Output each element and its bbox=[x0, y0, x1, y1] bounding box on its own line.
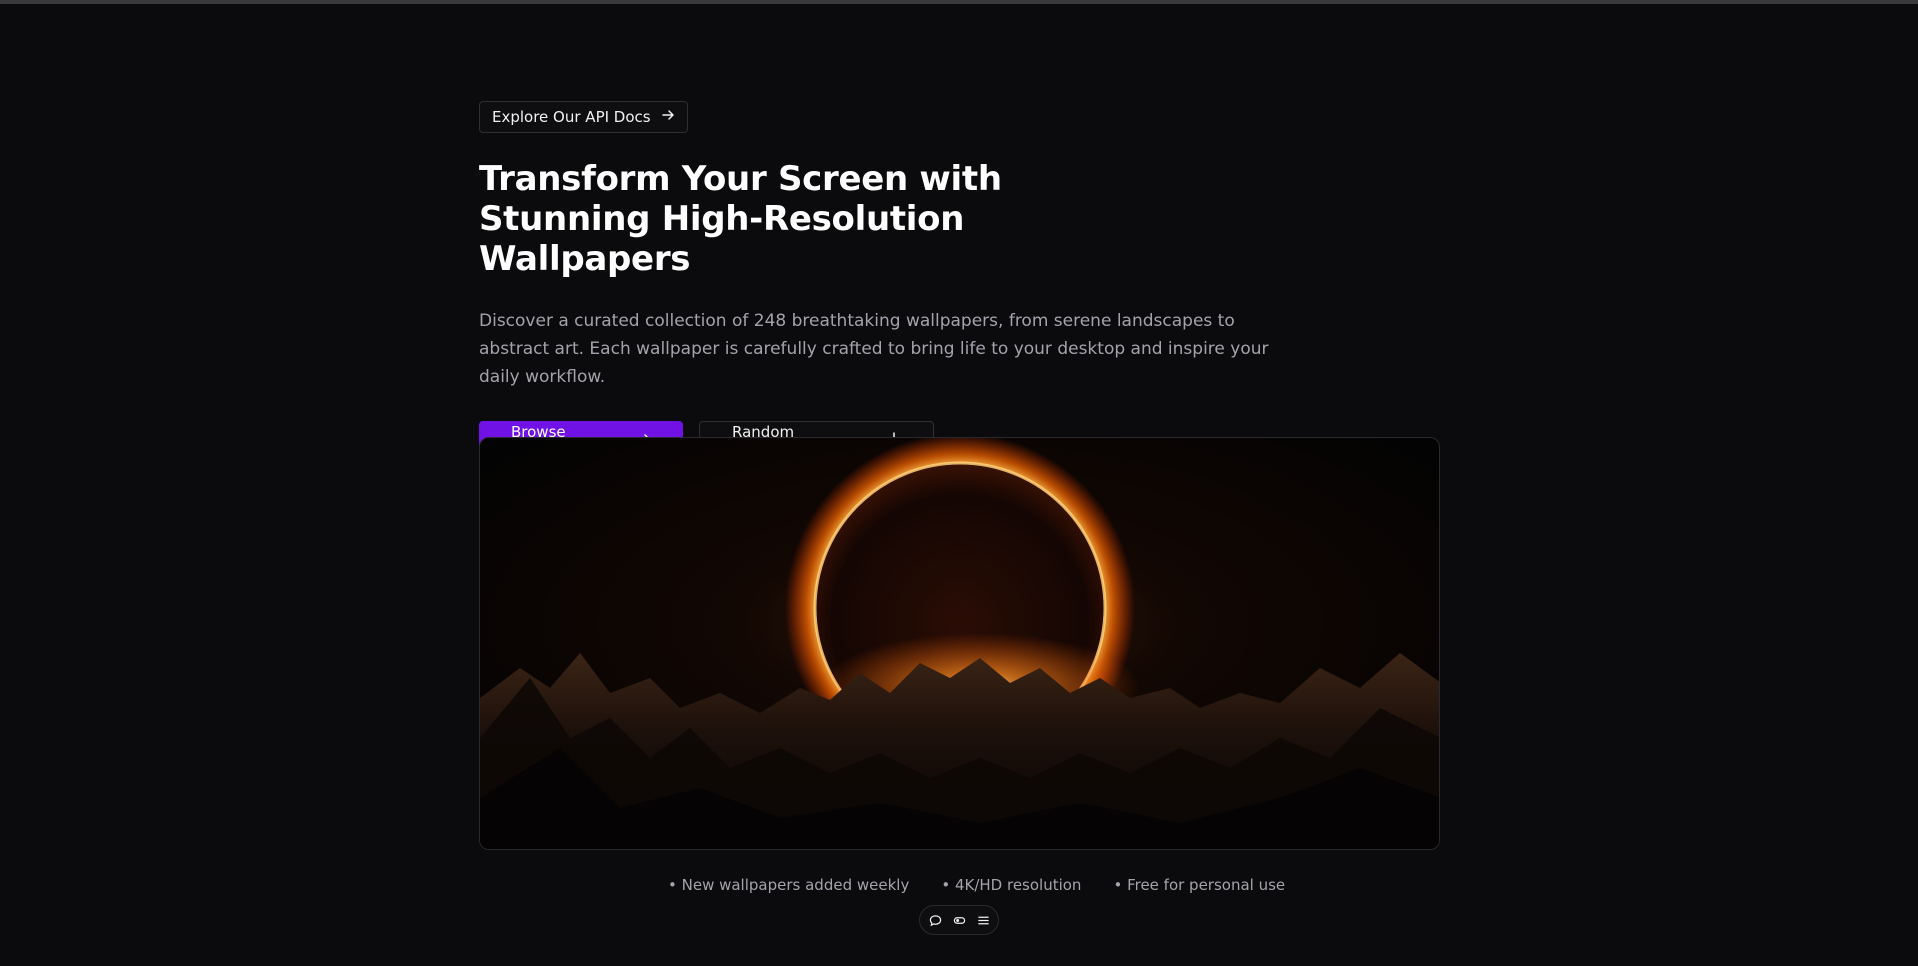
feature-item: • Free for personal use bbox=[1113, 876, 1286, 894]
page-title: Transform Your Screen with Stunning High… bbox=[479, 159, 1002, 279]
hero-wallpaper-image bbox=[479, 437, 1440, 850]
feature-item: • New wallpapers added weekly bbox=[668, 876, 910, 894]
menu-icon[interactable] bbox=[976, 913, 990, 927]
hero-description: Discover a curated collection of 248 bre… bbox=[479, 311, 1269, 387]
chat-bubble-icon[interactable] bbox=[928, 913, 942, 927]
feature-item: • 4K/HD resolution bbox=[941, 876, 1082, 894]
toggle-icon[interactable] bbox=[952, 913, 966, 927]
feature-list: • New wallpapers added weekly • 4K/HD re… bbox=[668, 876, 1285, 894]
arrow-right-icon bbox=[661, 108, 675, 126]
hero-section: Explore Our API Docs Transform Your Scre… bbox=[479, 101, 1439, 461]
api-docs-link[interactable]: Explore Our API Docs bbox=[479, 101, 688, 133]
floating-toolbar bbox=[919, 905, 999, 935]
top-border bbox=[0, 0, 1918, 4]
api-docs-label: Explore Our API Docs bbox=[492, 108, 651, 126]
